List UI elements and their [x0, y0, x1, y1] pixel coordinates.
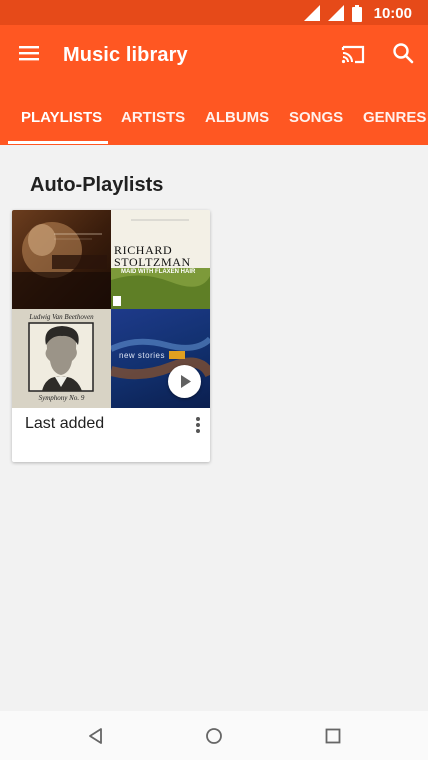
tab-songs[interactable]: SONGS [289, 109, 343, 145]
status-time: 10:00 [373, 4, 412, 22]
home-icon[interactable] [203, 725, 225, 747]
tab-genres[interactable]: GENRES [363, 109, 426, 145]
tab-albums[interactable]: ALBUMS [205, 109, 269, 145]
playlist-card[interactable]: RICHARD STOLTZMAN MAID WITH FLAXEN HAIR … [12, 210, 210, 462]
album-art-tile: Ludwig Van Beethoven Symphony No. 9 [12, 309, 111, 408]
play-button[interactable] [168, 365, 201, 398]
section-title: Auto-Playlists [30, 174, 164, 196]
battery-icon [351, 4, 362, 22]
signal-icon [327, 5, 344, 21]
status-bar: 10:00 [0, 0, 428, 25]
tab-artists[interactable]: ARTISTS [121, 109, 185, 145]
cast-icon[interactable] [340, 43, 366, 65]
album-title-text: new stories [119, 351, 165, 360]
album-art-tile: RICHARD STOLTZMAN MAID WITH FLAXEN HAIR [111, 210, 210, 309]
tab-playlists[interactable]: PLAYLISTS [21, 109, 102, 145]
app-bar: Music library PLAYLISTS ARTISTS ALBUMS S… [0, 25, 428, 145]
back-icon[interactable] [85, 725, 107, 747]
page-title: Music library [63, 44, 188, 66]
playlist-label: Last added [25, 415, 105, 432]
tab-indicator [8, 141, 108, 144]
play-icon [181, 375, 191, 388]
album-title-text: Symphony No. 9 [38, 394, 85, 402]
search-icon[interactable] [392, 42, 414, 64]
signal-icon [303, 5, 320, 21]
tab-bar: PLAYLISTS ARTISTS ALBUMS SONGS GENRES [0, 109, 428, 145]
recents-icon[interactable] [322, 725, 344, 747]
album-art-tile [12, 210, 111, 309]
menu-icon[interactable] [18, 42, 40, 64]
status-icons: 10:00 [303, 4, 412, 22]
navigation-bar [0, 711, 428, 760]
piano-artwork [12, 222, 111, 309]
album-title-text: MAID WITH FLAXEN HAIR [121, 269, 196, 275]
more-options-icon[interactable] [192, 415, 204, 435]
album-artist-text: RICHARD STOLTZMAN [114, 243, 191, 269]
